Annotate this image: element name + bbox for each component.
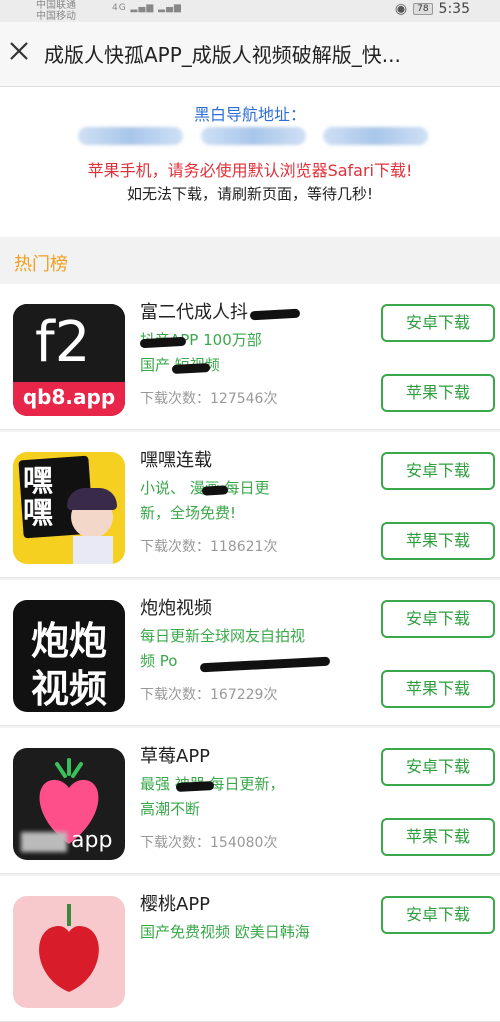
browser-title-bar: 成版人快孤APP_成版人视频破解版_快... xyxy=(0,22,500,87)
app-description-line: 高潮不断 xyxy=(140,800,201,818)
app-name: 草莓APP xyxy=(140,746,211,767)
list-item: 樱桃APP 国产免费视频 欧美日韩海 安卓下载 xyxy=(0,876,500,1022)
app-description-line: 小说、 漫画 每日更 xyxy=(140,479,270,497)
nav-link[interactable] xyxy=(78,127,183,145)
app-icon-yingtao[interactable] xyxy=(13,896,125,1008)
safari-warning: 苹果手机，请务必使用默认浏览器Safari下载! xyxy=(87,161,413,180)
app-name: 樱桃APP xyxy=(140,894,211,915)
app-icon-heihei[interactable]: 嘿嘿 xyxy=(13,452,125,564)
nav-link[interactable] xyxy=(323,127,428,145)
android-download-button[interactable]: 安卓下载 xyxy=(381,600,495,638)
section-header: 热门榜 xyxy=(0,238,500,284)
apple-download-button[interactable]: 苹果下载 xyxy=(381,522,495,560)
apple-download-button[interactable]: 苹果下载 xyxy=(381,374,495,412)
list-item: 炮炮 视频 炮炮视频 每日更新全球网友自拍视 频 Po 下载次数：167229次… xyxy=(0,580,500,726)
app-icon-text: app xyxy=(71,828,113,853)
app-name: 嘿嘿连载 xyxy=(140,450,212,471)
nav-links xyxy=(78,127,428,145)
android-download-button[interactable]: 安卓下载 xyxy=(381,748,495,786)
carrier-line-2: 中国移动 xyxy=(36,11,76,22)
app-description-line: 国产免费视频 欧美日韩海 xyxy=(140,923,310,941)
redaction-mark xyxy=(201,485,229,496)
android-download-button[interactable]: 安卓下载 xyxy=(381,304,495,342)
list-item: app 草莓APP 最强 神器 每日更新， 高潮不断 下载次数：154080次 … xyxy=(0,728,500,874)
android-download-button[interactable]: 安卓下载 xyxy=(381,896,495,934)
app-description: 小说、 漫画 每日更 新，全场免费! xyxy=(140,476,360,526)
apple-download-button[interactable]: 苹果下载 xyxy=(381,818,495,856)
close-icon[interactable] xyxy=(6,38,32,64)
app-name: 富二代成人抖 xyxy=(140,302,248,323)
app-description-line: 最强 神器 每日更新， xyxy=(140,775,285,793)
download-count: 下载次数：127546次 xyxy=(140,391,278,407)
nav-link[interactable] xyxy=(200,127,306,145)
signal-icon: 4G ▂▄▆ ▂▄▆ xyxy=(112,3,182,13)
list-item: 嘿嘿 嘿嘿连载 小说、 漫画 每日更 新，全场免费! 下载次数：118621次 … xyxy=(0,432,500,578)
app-icon-text: f2 xyxy=(35,310,91,375)
app-icon-paopao[interactable]: 炮炮 视频 xyxy=(13,600,125,712)
clock: 5:35 xyxy=(438,1,470,17)
notice-panel: 黑白导航地址： 苹果手机，请务必使用默认浏览器Safari下载! 如无法下载，请… xyxy=(0,87,500,237)
android-download-button[interactable]: 安卓下载 xyxy=(381,452,495,490)
list-item: f2 qb8.app 富二代成人抖 抖音APP 100万部 国产 短视频 下载次… xyxy=(0,284,500,430)
app-icon-f2[interactable]: f2 qb8.app xyxy=(13,304,125,416)
app-icon-subtext: qb8.app xyxy=(22,385,116,409)
redaction-mark xyxy=(249,308,301,321)
app-description-line: 新，全场免费! xyxy=(140,504,237,522)
battery-icon: 78 xyxy=(413,3,433,15)
cherry-icon xyxy=(39,904,99,992)
refresh-tip: 如无法下载，请刷新页面，等待几秒! xyxy=(126,185,373,203)
status-bar: 中国联通 中国移动 4G ▂▄▆ ▂▄▆ ◉ 78 5:35 xyxy=(0,0,500,22)
carrier-info: 中国联通 中国移动 xyxy=(36,0,76,22)
eye-icon: ◉ xyxy=(394,1,408,17)
app-name: 炮炮视频 xyxy=(140,598,212,619)
download-count: 下载次数：118621次 xyxy=(140,539,278,555)
download-count: 下载次数：167229次 xyxy=(140,687,278,703)
app-icon-subtext: 视频 xyxy=(30,667,107,711)
carrier-line-1: 中国联通 xyxy=(36,0,76,11)
app-description: 国产免费视频 欧美日韩海 xyxy=(140,920,360,945)
nav-address-title: 黑白导航地址： xyxy=(193,105,306,124)
section-title: 热门榜 xyxy=(14,254,68,275)
apple-download-button[interactable]: 苹果下载 xyxy=(381,670,495,708)
app-description-line: 每日更新全球网友自拍视 xyxy=(140,627,306,645)
app-icon-caomei[interactable]: app xyxy=(13,748,125,860)
app-description: 最强 神器 每日更新， 高潮不断 xyxy=(140,772,360,822)
app-icon-text: 嘿嘿 xyxy=(23,464,53,531)
app-icon-text: 炮炮 xyxy=(30,619,107,663)
page-title: 成版人快孤APP_成版人视频破解版_快... xyxy=(44,43,401,67)
status-right: ◉ 78 5:35 xyxy=(395,1,470,17)
download-count: 下载次数：154080次 xyxy=(140,835,278,851)
